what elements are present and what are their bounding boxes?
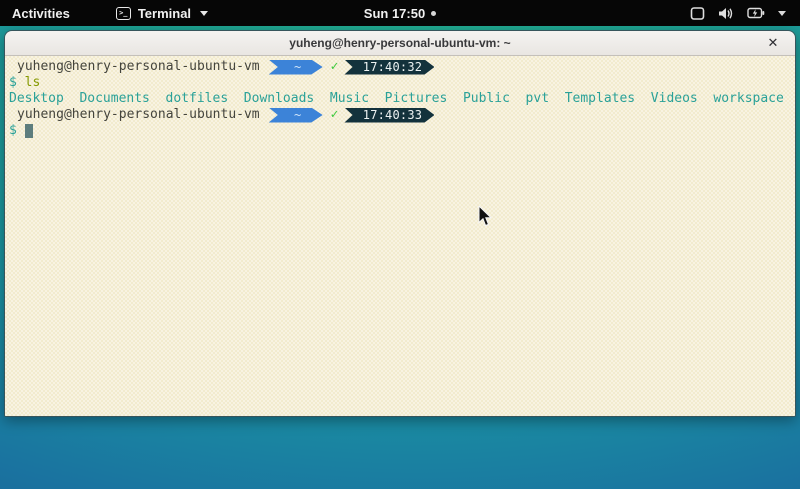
app-menu-terminal[interactable]: >_ Terminal (110, 0, 214, 26)
prompt-path-segment: ~ (269, 108, 323, 123)
mouse-pointer-icon (478, 206, 492, 227)
prompt-path-segment: ~ (269, 60, 323, 75)
status-check-icon: ✓ (331, 59, 339, 75)
battery-charging-icon (747, 7, 765, 19)
prompt-time-segment: 17:40:33 (344, 108, 434, 123)
command-line: $ ls (9, 75, 791, 91)
ls-output-line: Desktop Documents dotfiles Downloads Mus… (9, 91, 791, 107)
system-status-menu[interactable] (682, 0, 794, 26)
activities-button[interactable]: Activities (0, 0, 82, 26)
status-check-icon: ✓ (331, 107, 339, 123)
window-titlebar[interactable]: yuheng@henry-personal-ubuntu-vm: ~ ✕ (5, 31, 795, 56)
top-bar: Activities >_ Terminal Sun 17:50 (0, 0, 800, 26)
text-cursor (25, 124, 33, 138)
terminal-screen[interactable]: yuheng@henry-personal-ubuntu-vm ~ ✓ 17:4… (5, 56, 795, 416)
prompt-user: yuheng@henry-personal-ubuntu-vm (17, 59, 260, 75)
app-menu-label: Terminal (138, 6, 191, 21)
prompt-symbol: $ (9, 75, 25, 91)
input-line[interactable]: $ (9, 123, 791, 139)
prompt-time-segment: 17:40:32 (344, 60, 434, 75)
clock[interactable]: Sun 17:50 (364, 6, 425, 21)
directory-list: Desktop Documents dotfiles Downloads Mus… (9, 91, 784, 107)
prompt-line: yuheng@henry-personal-ubuntu-vm ~ ✓ 17:4… (9, 107, 791, 123)
chevron-down-icon (200, 11, 208, 16)
display-icon (690, 7, 705, 20)
notification-dot (431, 11, 436, 16)
close-button[interactable]: ✕ (761, 31, 785, 56)
chevron-down-icon (778, 11, 786, 16)
prompt-line: yuheng@henry-personal-ubuntu-vm ~ ✓ 17:4… (9, 59, 791, 75)
volume-icon (718, 7, 734, 20)
terminal-window: yuheng@henry-personal-ubuntu-vm: ~ ✕ yuh… (4, 30, 796, 417)
terminal-icon: >_ (116, 7, 131, 20)
typed-command: ls (25, 75, 41, 91)
window-title: yuheng@henry-personal-ubuntu-vm: ~ (289, 36, 510, 50)
prompt-user: yuheng@henry-personal-ubuntu-vm (17, 107, 260, 123)
prompt-symbol: $ (9, 123, 25, 139)
